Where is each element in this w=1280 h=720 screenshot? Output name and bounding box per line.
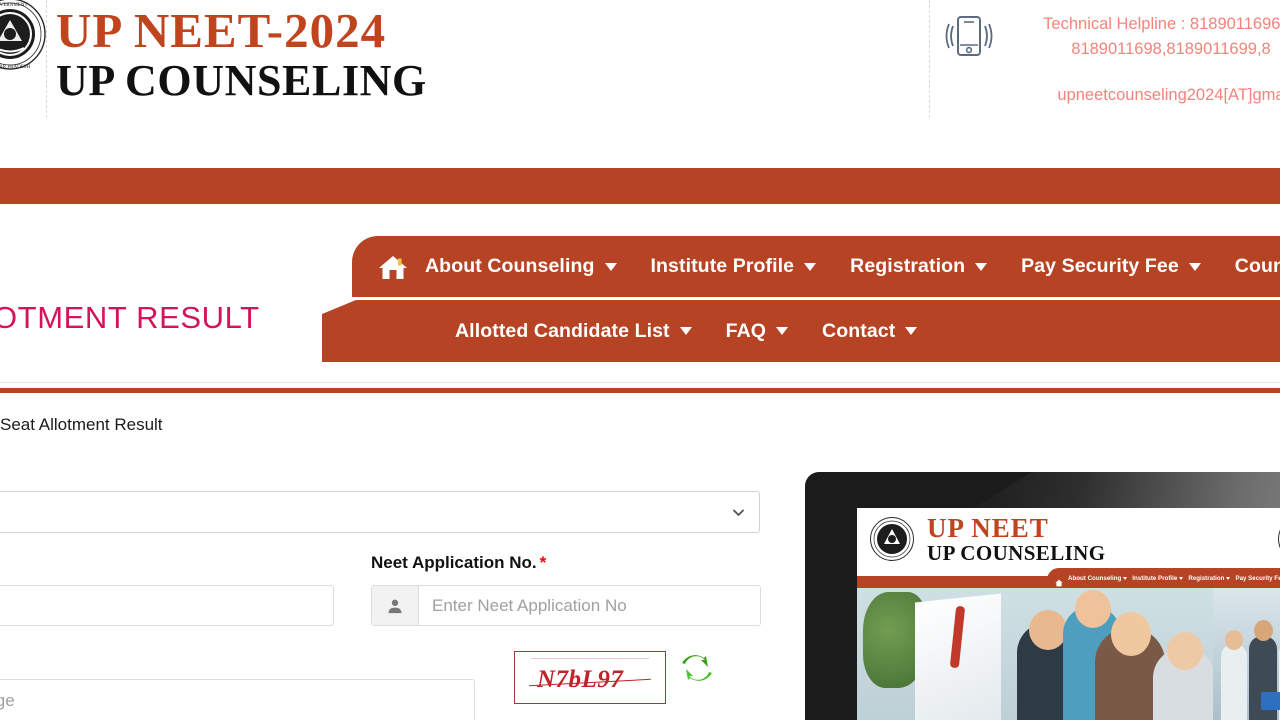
screen-nav-label-1: Institute Profile — [1132, 574, 1178, 582]
neet-application-input-group[interactable]: Enter Neet Application No — [371, 585, 761, 626]
title-accent-bar — [0, 388, 1280, 393]
field-col-neet-application: Neet Application No. * Enter Neet Applica… — [371, 553, 761, 626]
screen-navigation: About Counseling Institute Profile Regis… — [1047, 568, 1280, 588]
hero-person-c-head — [1111, 612, 1151, 656]
nav-item-about-counseling[interactable]: About Counseling — [408, 255, 634, 278]
screen-brand-secondary: UP COUNSELING — [927, 541, 1106, 565]
site-header: GOVERNMENT UTTAR PRADESH UP NEET-2024 UP… — [0, 0, 1280, 118]
screen-emblem-left-icon — [869, 516, 915, 562]
svg-text:UTTAR PRADESH: UTTAR PRADESH — [0, 65, 31, 70]
helpline-line-1: Technical Helpline : 8189011696, 8 — [1043, 15, 1280, 33]
label-select-course: Select Course:* — [0, 459, 760, 479]
screen-nav-label-3: Pay Security Fee — [1235, 574, 1280, 582]
screen-brand-primary: UP NEET — [927, 513, 1049, 543]
field-row-rollno-neet: Roll No. :* Enter Rollno Neet Applicatio… — [0, 553, 761, 626]
nav-item-counseling[interactable]: Counseling — [1218, 255, 1280, 278]
nav-items-row1: About Counseling Institute Profile Regis… — [378, 236, 1280, 297]
captcha-image: N7bL97 — [514, 651, 666, 704]
chevron-down-icon — [1188, 262, 1201, 271]
nav-label-about-counseling: About Counseling — [425, 255, 595, 277]
label-neet-application-no: Neet Application No. * — [371, 553, 761, 573]
chevron-down-icon — [804, 262, 817, 271]
user-icon — [372, 586, 419, 625]
nav-label-registration: Registration — [850, 255, 966, 277]
brand-title-primary: UP NEET-2024 — [56, 3, 387, 58]
screen-nav-item-institute-profile[interactable]: Institute Profile — [1132, 574, 1184, 582]
neet-application-field[interactable]: Enter Neet Application No — [419, 586, 760, 625]
hero-clipboard — [1261, 692, 1280, 710]
chevron-down-icon — [1179, 576, 1184, 580]
svg-text:GOVERNMENT: GOVERNMENT — [0, 3, 28, 8]
chevron-down-icon — [732, 506, 745, 519]
hero-person-d-head — [1167, 632, 1203, 670]
hero-person-a-head — [1029, 610, 1067, 650]
form-subheading: Seat Allotment Result — [0, 415, 163, 434]
rollno-input[interactable]: Enter Rollno — [0, 585, 334, 626]
form-subheading-wrap: Seat Allotment Result — [0, 415, 163, 435]
main-navigation: About Counseling Institute Profile Regis… — [0, 118, 1280, 362]
nav-item-registration[interactable]: Registration — [833, 255, 1004, 278]
hero-hallway-person-1 — [1221, 644, 1247, 720]
nav-label-institute-profile: Institute Profile — [650, 255, 795, 277]
header-divider-right — [929, 0, 930, 118]
select-course-dropdown[interactable]: ---Select Course--- — [0, 491, 760, 533]
chevron-down-icon — [975, 262, 988, 271]
mobile-phone-icon — [941, 12, 997, 60]
nav-label-pay-security-fee: Pay Security Fee — [1021, 255, 1179, 277]
screen-nav-item-pay-security-fee[interactable]: Pay Security Fee — [1235, 575, 1280, 582]
page-title-section: SEAT ALLOTMENT RESULT — [0, 300, 1280, 393]
promo-laptop-mockup: UP NEET UP COUNSELING About Counseling I… — [805, 472, 1280, 720]
title-hairline-divider — [0, 382, 1280, 383]
nav-label-counseling: Counseling — [1234, 255, 1280, 277]
technical-helpline: Technical Helpline : 8189011696, 8 81890… — [1006, 12, 1280, 62]
government-of-uttar-pradesh-seal-icon: GOVERNMENT UTTAR PRADESH — [0, 0, 48, 72]
captcha-placeholder: Enter Captcha Image — [0, 691, 15, 710]
nav-item-pay-security-fee[interactable]: Pay Security Fee — [1004, 255, 1218, 278]
hero-hallway-person-1-head — [1225, 630, 1243, 650]
screen-nav-item-about-counseling[interactable]: About Counseling — [1068, 574, 1128, 582]
captcha-input[interactable]: Enter Captcha Image — [0, 679, 475, 720]
hero-hallway-person-2-head — [1254, 620, 1273, 641]
screen-nav-label-0: About Counseling — [1068, 574, 1122, 582]
chevron-down-icon — [1226, 576, 1231, 580]
field-col-rollno: Roll No. :* Enter Rollno — [0, 553, 334, 626]
chevron-down-icon — [1123, 576, 1128, 580]
home-icon — [1055, 574, 1063, 587]
nav-item-institute-profile[interactable]: Institute Profile — [634, 255, 834, 278]
label-rollno: Roll No. :* — [0, 553, 334, 573]
screen-site-header: UP NEET UP COUNSELING — [857, 508, 1280, 568]
label-neet-application-no-text: Neet Application No. — [371, 553, 537, 572]
laptop-screen: UP NEET UP COUNSELING About Counseling I… — [857, 508, 1280, 720]
screen-hero-image — [857, 588, 1280, 720]
chevron-down-icon — [604, 262, 617, 271]
page-title: SEAT ALLOTMENT RESULT — [0, 300, 260, 335]
screen-brand: UP NEET UP COUNSELING — [927, 514, 1105, 564]
neet-application-placeholder: Enter Neet Application No — [432, 595, 627, 615]
required-asterisk: * — [539, 553, 547, 572]
hero-person-b-head — [1075, 590, 1111, 628]
screen-nav-label-2: Registration — [1188, 574, 1225, 582]
field-row-course: Select Course:* ---Select Course--- — [0, 459, 760, 533]
brand-title-secondary: UP COUNSELING — [56, 56, 427, 105]
helpline-line-2: 8189011698,8189011699,8 — [1071, 40, 1271, 58]
nav-item-home[interactable] — [378, 253, 408, 281]
support-email[interactable]: upneetcounseling2024[AT]gma — [1006, 86, 1280, 105]
header-divider-left — [46, 0, 47, 118]
refresh-icon[interactable] — [680, 651, 714, 685]
screen-nav-item-registration[interactable]: Registration — [1188, 574, 1231, 582]
site-brand[interactable]: UP NEET-2024 UP COUNSELING — [56, 6, 427, 104]
nav-background-strip — [0, 168, 1280, 204]
captcha-noise-line — [531, 658, 649, 659]
home-icon — [378, 253, 408, 281]
page-root: GOVERNMENT UTTAR PRADESH UP NEET-2024 UP… — [0, 0, 1280, 720]
